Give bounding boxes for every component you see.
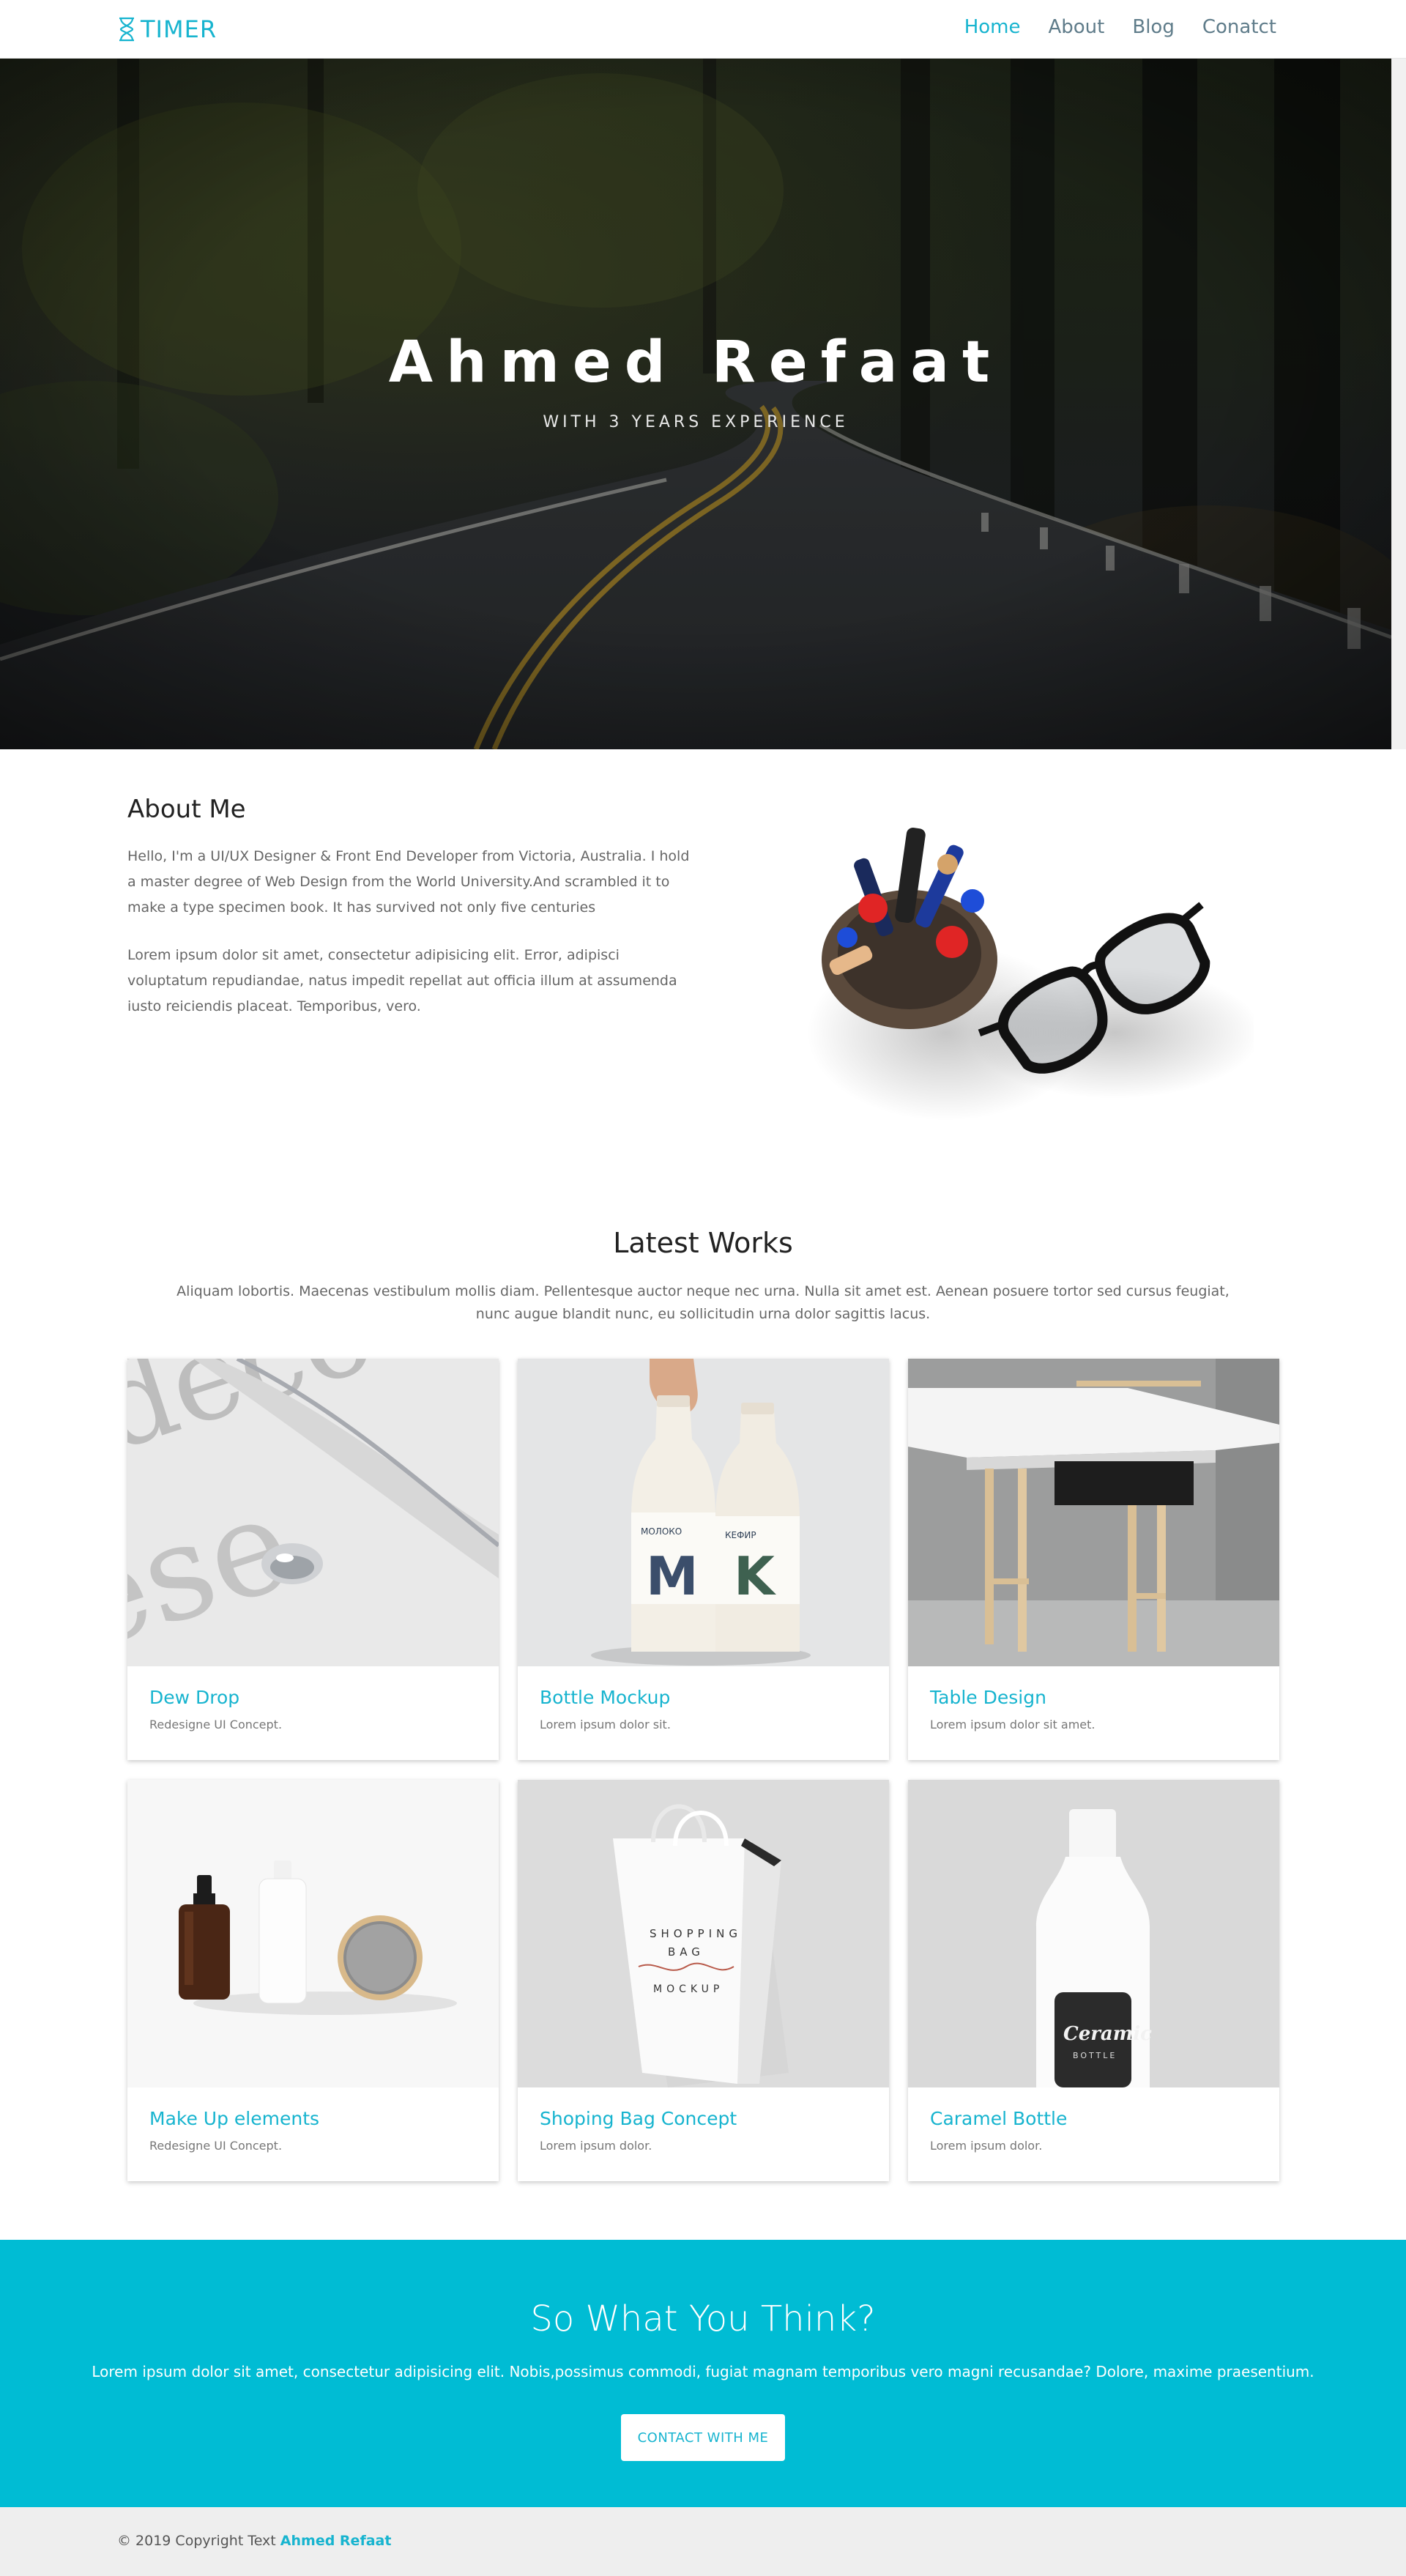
work-image-make-up — [127, 1780, 499, 2087]
main-nav: Home About Blog Conatct — [964, 16, 1276, 38]
works-title: Latest Works — [613, 1227, 793, 1259]
svg-text:BOTTLE: BOTTLE — [1073, 2051, 1117, 2060]
nav-blog[interactable]: Blog — [1132, 16, 1174, 38]
work-card-make-up[interactable]: Make Up elements Redesigne UI Concept. — [127, 1780, 499, 2181]
work-image-caramel-bottle: Ceramic BOTTLE — [908, 1780, 1279, 2087]
svg-text:BAG: BAG — [668, 1945, 704, 1959]
work-desc: Lorem ipsum dolor sit. — [540, 1718, 671, 1731]
svg-text:SHOPPING: SHOPPING — [650, 1927, 742, 1940]
svg-text:КЕФИР: КЕФИР — [725, 1530, 756, 1540]
footer: © 2019 Copyright Text Ahmed Refaat — [0, 2507, 1406, 2576]
work-card-caramel-bottle[interactable]: Ceramic BOTTLE Caramel Bottle Lorem ipsu… — [908, 1780, 1279, 2181]
page-scrollbar[interactable] — [1391, 59, 1406, 749]
work-card-shopping-bag[interactable]: SHOPPING BAG MOCKUP Shoping Bag Concept … — [518, 1780, 889, 2181]
hero-background-image — [0, 59, 1391, 749]
logo-text: TIMER — [141, 15, 217, 43]
svg-text:MOCKUP: MOCKUP — [653, 1983, 724, 1995]
hero-section: Ahmed Refaat WITH 3 YEARS EXPERIENCE — [0, 59, 1391, 749]
work-image-shopping-bag: SHOPPING BAG MOCKUP — [518, 1780, 889, 2087]
work-title: Dew Drop — [149, 1687, 240, 1708]
works-description: Aliquam lobortis. Maecenas vestibulum mo… — [176, 1283, 1230, 1322]
nav-home[interactable]: Home — [964, 16, 1021, 38]
work-image-dew-drop: deco ese — [127, 1359, 499, 1666]
work-image-table-design — [908, 1359, 1279, 1666]
about-paragraph-2: Lorem ipsum dolor sit amet, consectetur … — [127, 947, 677, 1014]
cta-section: So What You Think? Lorem ipsum dolor sit… — [0, 2240, 1406, 2507]
hourglass-icon — [119, 17, 134, 42]
cta-text: Lorem ipsum dolor sit amet, consectetur … — [92, 2363, 1314, 2380]
navbar: TIMER Home About Blog Conatct — [0, 0, 1406, 59]
work-image-bottle-mockup: МОЛОКО M КЕФИР K — [518, 1359, 889, 1666]
work-card-table-design[interactable]: Table Design Lorem ipsum dolor sit amet. — [908, 1359, 1279, 1760]
work-desc: Redesigne UI Concept. — [149, 1718, 283, 1731]
svg-text:K: K — [734, 1545, 776, 1607]
copyright-text: © 2019 Copyright Text — [117, 2533, 276, 2549]
work-desc: Lorem ipsum dolor. — [930, 2139, 1043, 2153]
work-card-bottle-mockup[interactable]: МОЛОКО M КЕФИР K Bottle Mockup Lorem ips… — [518, 1359, 889, 1760]
author-link[interactable]: Ahmed Refaat — [280, 2533, 392, 2549]
work-title: Table Design — [930, 1687, 1046, 1708]
svg-text:МОЛОКО: МОЛОКО — [641, 1526, 682, 1537]
logo[interactable]: TIMER — [117, 15, 217, 44]
cta-title: So What You Think? — [530, 2298, 876, 2339]
contact-button[interactable]: CONTACT WITH ME — [621, 2414, 785, 2461]
work-desc: Lorem ipsum dolor. — [540, 2139, 652, 2153]
about-image — [807, 827, 1254, 1121]
hero-title: Ahmed Refaat — [388, 330, 1003, 396]
hero-subtitle: WITH 3 YEARS EXPERIENCE — [543, 413, 849, 431]
work-title: Caramel Bottle — [930, 2108, 1068, 2129]
work-desc: Redesigne UI Concept. — [149, 2139, 283, 2153]
about-paragraph-1: Hello, I'm a UI/UX Designer & Front End … — [127, 848, 690, 916]
work-title: Shoping Bag Concept — [540, 2108, 737, 2129]
work-title: Bottle Mockup — [540, 1687, 671, 1708]
nav-about[interactable]: About — [1048, 16, 1104, 38]
svg-text:Ceramic: Ceramic — [1063, 2023, 1152, 2045]
about-title: About Me — [127, 795, 246, 824]
svg-text:M: M — [646, 1545, 699, 1607]
nav-contact[interactable]: Conatct — [1202, 16, 1276, 38]
footer-copyright: © 2019 Copyright Text Ahmed Refaat — [117, 2533, 391, 2549]
work-title: Make Up elements — [149, 2108, 320, 2129]
work-card-dew-drop[interactable]: deco ese Dew Drop Redesigne UI Concept. — [127, 1359, 499, 1760]
work-desc: Lorem ipsum dolor sit amet. — [930, 1718, 1096, 1731]
